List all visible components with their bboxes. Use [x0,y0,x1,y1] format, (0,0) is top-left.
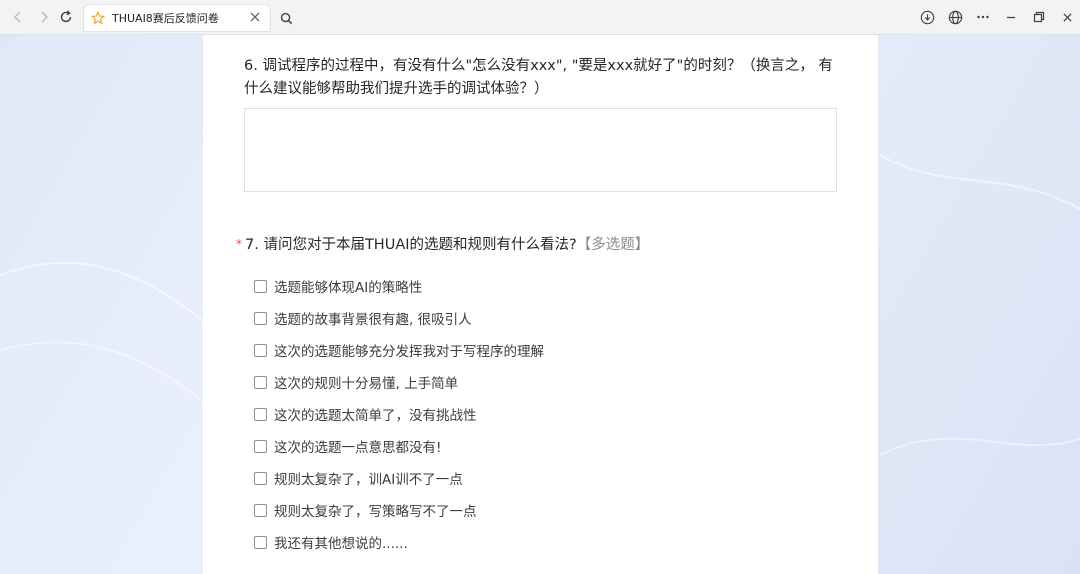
required-mark: * [236,237,242,251]
checkbox[interactable] [254,343,267,357]
option-item[interactable]: 这次的选题能够充分发挥我对于写程序的理解 [254,334,544,366]
download-button[interactable] [917,7,937,27]
reload-icon [60,10,72,23]
question-7-header: * 7. 请问您对于本届THUAI的选题和规则有什么看法?【多选题】 [236,234,856,256]
minimize-button[interactable] [1001,7,1021,27]
option-item[interactable]: 这次的选题太简单了，没有挑战性 [254,398,544,430]
tab-title: THUAI8赛后反馈问卷 [112,12,219,25]
option-label: 规则太复杂了，写策略写不了一点 [274,504,477,520]
checkbox[interactable] [254,439,267,453]
globe-icon [948,10,962,24]
option-label: 这次的规则十分易懂, 上手简单 [274,376,459,392]
browser-toolbar: THUAI8赛后反馈问卷 [0,0,1080,35]
download-icon [920,10,934,24]
window-close-icon [1062,12,1072,22]
option-item[interactable]: 这次的规则十分易懂, 上手简单 [254,366,544,398]
option-item[interactable]: 选题的故事背景很有趣, 很吸引人 [254,302,544,334]
translate-button[interactable] [945,7,965,27]
checkbox[interactable] [254,535,267,549]
reload-button[interactable] [56,7,76,27]
star-icon [90,10,106,26]
question-7-title: 7. 请问您对于本届THUAI的选题和规则有什么看法? [245,237,577,253]
close-icon[interactable] [248,11,262,25]
option-label: 选题的故事背景很有趣, 很吸引人 [274,312,472,328]
survey-form: 6. 调试程序的过程中，有没有什么"怎么没有xxx", "要是xxx就好了"的时… [203,35,878,574]
option-label: 选题能够体现AI的策略性 [274,280,423,296]
checkbox[interactable] [254,471,267,485]
back-arrow-icon [13,11,21,23]
option-item[interactable]: 我还有其他想说的...... [254,526,544,558]
option-label: 我还有其他想说的...... [274,536,408,552]
checkbox[interactable] [254,375,267,389]
option-label: 这次的选题能够充分发挥我对于写程序的理解 [274,344,544,360]
checkbox[interactable] [254,311,267,325]
forward-button[interactable] [34,7,54,27]
checkbox[interactable] [254,279,267,293]
option-item[interactable]: 选题能够体现AI的策略性 [254,270,544,302]
option-item[interactable]: 这次的选题一点意思都没有! [254,430,544,462]
checkbox[interactable] [254,503,267,517]
option-label: 这次的选题一点意思都没有! [274,440,442,456]
option-label: 这次的选题太简单了，没有挑战性 [274,408,477,424]
question-6-title: 6. 调试程序的过程中，有没有什么"怎么没有xxx", "要是xxx就好了"的时… [244,58,833,97]
question-7-options: 选题能够体现AI的策略性 选题的故事背景很有趣, 很吸引人 这次的选题能够充分发… [254,270,544,558]
tab-search-button[interactable] [274,6,298,30]
question-6-answer-input[interactable] [244,108,837,192]
option-item[interactable]: 规则太复杂了，训AI训不了一点 [254,462,544,494]
more-icon [977,15,989,19]
forward-arrow-icon [41,11,49,23]
question-type-label: 【多选题】 [576,237,650,253]
option-item[interactable]: 规则太复杂了，写策略写不了一点 [254,494,544,526]
checkbox[interactable] [254,407,267,421]
restore-icon [1033,11,1045,23]
browser-tab[interactable]: THUAI8赛后反馈问卷 [84,5,270,31]
window-close-button[interactable] [1057,7,1077,27]
minimize-icon [1007,16,1015,19]
more-button[interactable] [973,7,993,27]
back-button[interactable] [8,7,28,27]
restore-button[interactable] [1029,7,1049,27]
option-label: 规则太复杂了，训AI训不了一点 [274,472,463,488]
search-icon [280,12,292,24]
